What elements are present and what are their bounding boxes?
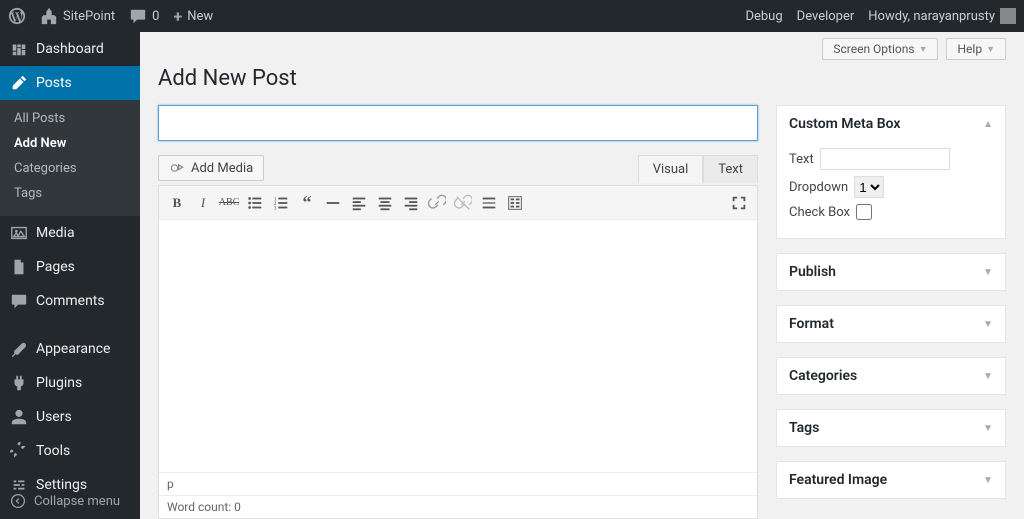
new-label: New (187, 9, 213, 24)
text-label: Text (789, 152, 814, 167)
sidebar-add-new[interactable]: Add New (0, 131, 140, 156)
checkbox-input[interactable] (856, 204, 872, 220)
sidebar-tools[interactable]: Tools (0, 434, 140, 468)
svg-text:3: 3 (274, 205, 277, 211)
add-media-button[interactable]: Add Media (158, 155, 264, 181)
sidebar-tags[interactable]: Tags (0, 181, 140, 206)
admin-sidebar: Dashboard Posts All Posts Add New Catego… (0, 32, 140, 519)
more-button[interactable] (477, 191, 501, 215)
publish-box: Publish▼ (776, 253, 1006, 291)
editor-canvas[interactable] (159, 220, 757, 472)
format-box: Format▼ (776, 305, 1006, 343)
comments-link[interactable]: 0 (129, 7, 159, 25)
checkbox-label: Check Box (789, 205, 850, 220)
unlink-button[interactable] (451, 191, 475, 215)
tags-box: Tags▼ (776, 409, 1006, 447)
sidebar-posts-submenu: All Posts Add New Categories Tags (0, 100, 140, 216)
featured-image-box: Featured Image▼ (776, 461, 1006, 499)
debug-link[interactable]: Debug (745, 9, 782, 24)
screen-options-button[interactable]: Screen Options▼ (822, 38, 938, 60)
ol-button[interactable]: 123 (269, 191, 293, 215)
sidebar-plugins[interactable]: Plugins (0, 366, 140, 400)
main-content: Screen Options▼ Help▼ Add New Post Add M… (140, 32, 1024, 519)
sidebar-media[interactable]: Media (0, 216, 140, 250)
hr-button[interactable] (321, 191, 345, 215)
comments-count: 0 (152, 9, 159, 24)
post-title-input[interactable] (158, 105, 758, 141)
link-button[interactable] (425, 191, 449, 215)
sidebar-posts[interactable]: Posts (0, 66, 140, 100)
site-name: SitePoint (63, 9, 115, 24)
editor: B I ABC 123 “ (158, 185, 758, 519)
admin-bar: SitePoint 0 +New Debug Developer Howdy, … (0, 0, 1024, 32)
custom-meta-box: Custom Meta Box▲ Text Dropdown 1 Check Bo… (776, 105, 1006, 239)
sidebar-all-posts[interactable]: All Posts (0, 106, 140, 131)
sidebar-dashboard[interactable]: Dashboard (0, 32, 140, 66)
new-link[interactable]: +New (173, 7, 213, 26)
bold-button[interactable]: B (165, 191, 189, 215)
help-button[interactable]: Help▼ (946, 38, 1006, 60)
avatar (1000, 8, 1016, 24)
categories-box: Categories▼ (776, 357, 1006, 395)
tags-header[interactable]: Tags▼ (777, 410, 1005, 446)
wp-logo-icon[interactable] (8, 7, 26, 25)
tab-visual[interactable]: Visual (638, 155, 704, 183)
sidebar-comments[interactable]: Comments (0, 284, 140, 318)
editor-toolbar: B I ABC 123 “ (159, 186, 757, 220)
categories-header[interactable]: Categories▼ (777, 358, 1005, 394)
sidebar-pages[interactable]: Pages (0, 250, 140, 284)
format-header[interactable]: Format▼ (777, 306, 1005, 342)
align-left-button[interactable] (347, 191, 371, 215)
italic-button[interactable]: I (191, 191, 215, 215)
dropdown-select[interactable]: 1 (854, 176, 884, 198)
dropdown-label: Dropdown (789, 180, 848, 195)
sidebar-users[interactable]: Users (0, 400, 140, 434)
tab-text[interactable]: Text (703, 155, 758, 183)
site-link[interactable]: SitePoint (40, 7, 115, 25)
custom-meta-box-header[interactable]: Custom Meta Box▲ (777, 106, 1005, 142)
sidebar-appearance[interactable]: Appearance (0, 332, 140, 366)
strike-button[interactable]: ABC (217, 191, 241, 215)
howdy-link[interactable]: Howdy, narayanprusty (868, 8, 1016, 24)
publish-header[interactable]: Publish▼ (777, 254, 1005, 290)
align-right-button[interactable] (399, 191, 423, 215)
toolbar-toggle-button[interactable] (503, 191, 527, 215)
quote-button[interactable]: “ (295, 191, 319, 215)
fullscreen-button[interactable] (727, 191, 751, 215)
featured-image-header[interactable]: Featured Image▼ (777, 462, 1005, 498)
word-count: Word count: 0 (159, 496, 757, 518)
editor-path: p (159, 473, 757, 496)
collapse-menu[interactable]: Collapse menu (0, 483, 140, 519)
text-input[interactable] (820, 148, 950, 170)
ul-button[interactable] (243, 191, 267, 215)
align-center-button[interactable] (373, 191, 397, 215)
developer-link[interactable]: Developer (797, 9, 855, 24)
page-title: Add New Post (158, 66, 1006, 91)
sidebar-categories[interactable]: Categories (0, 156, 140, 181)
